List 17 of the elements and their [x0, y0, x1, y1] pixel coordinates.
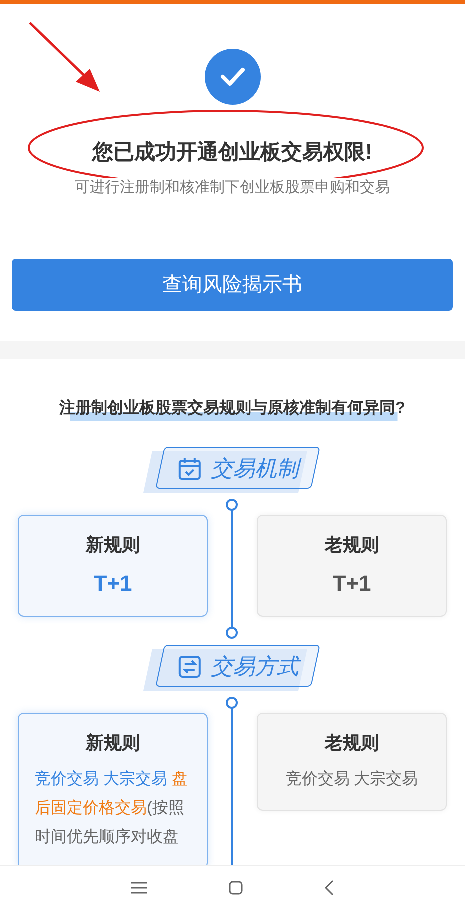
card-label: 新规则	[86, 534, 140, 557]
comparison-question: 注册制创业板股票交易规则与原核准制有何异同?	[60, 397, 406, 421]
success-subtitle: 可进行注册制和核准制下创业板股票申购和交易	[75, 178, 390, 198]
calendar-icon	[176, 455, 202, 481]
card-value: T+1	[332, 570, 372, 598]
exchange-icon	[176, 653, 202, 679]
card-text: 竞价交易 大宗交易 盘后固定价格交易(按照时间优先顺序对收盘	[35, 770, 189, 848]
card-text: 竞价交易 大宗交易	[286, 770, 418, 790]
menu-icon[interactable]	[131, 882, 147, 894]
home-icon[interactable]	[229, 881, 243, 895]
card-label: 老规则	[325, 732, 379, 755]
success-title: 您已成功开通创业板交易权限!	[92, 140, 372, 166]
card-value: T+1	[94, 570, 132, 598]
risk-disclosure-button[interactable]: 查询风险揭示书	[12, 259, 453, 311]
back-icon[interactable]	[325, 880, 334, 896]
card-label: 老规则	[325, 534, 379, 557]
card-label: 新规则	[86, 732, 140, 755]
